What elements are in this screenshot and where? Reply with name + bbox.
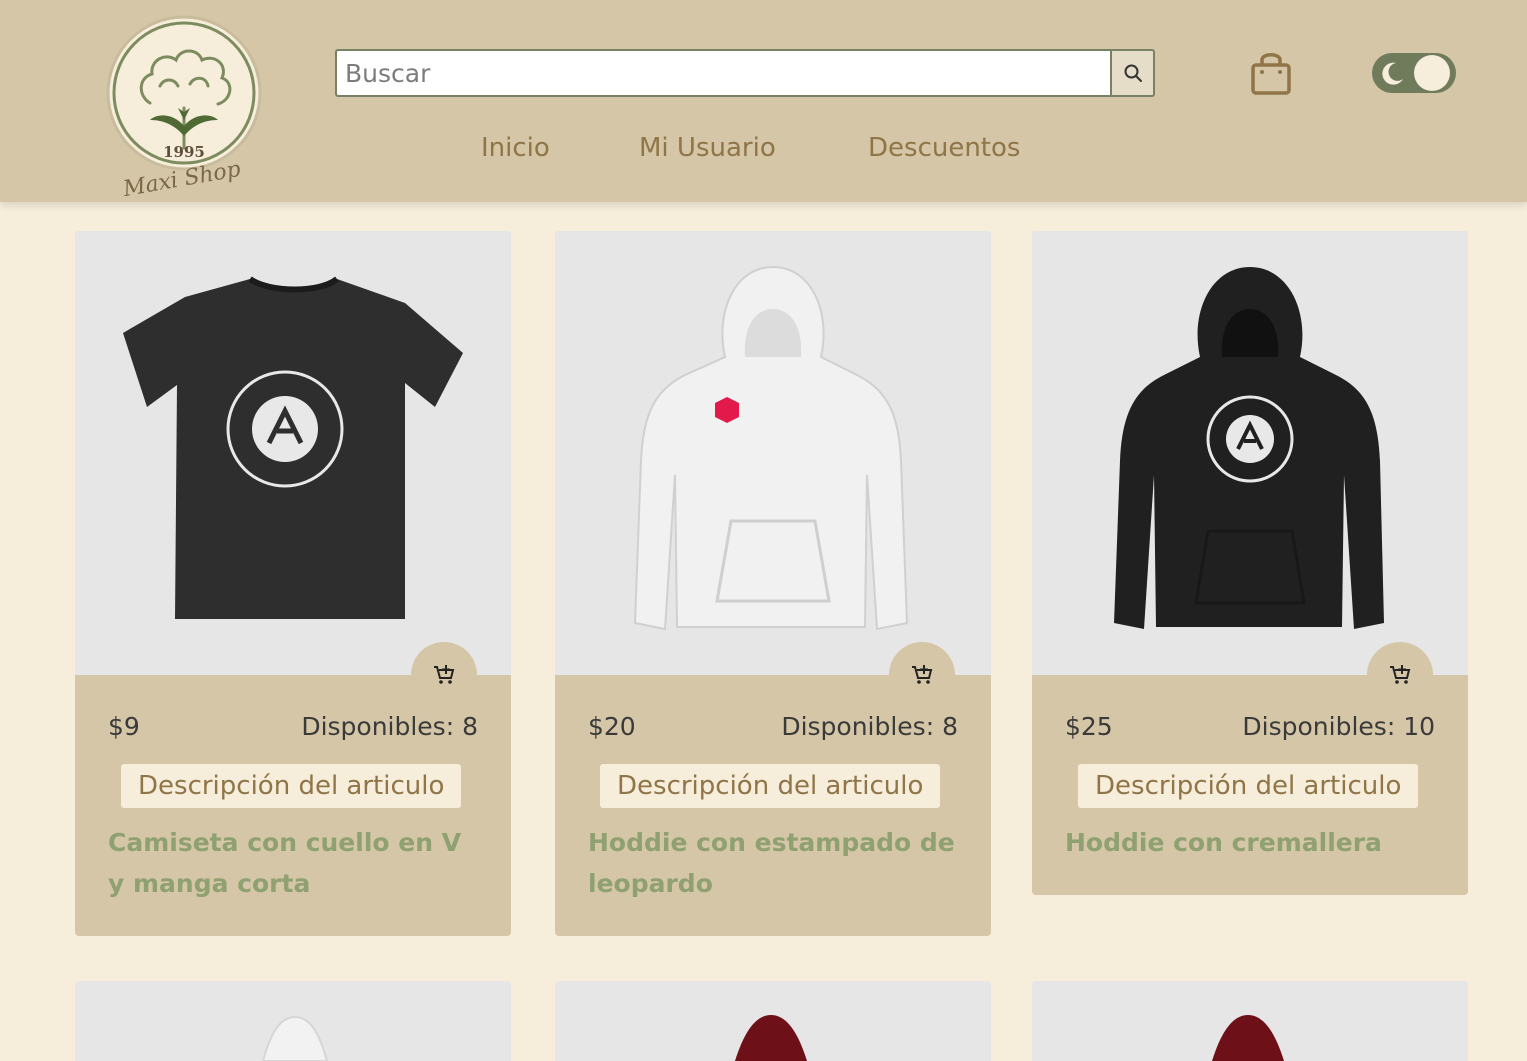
product-stock: Disponibles: 10 xyxy=(1242,712,1435,741)
description-button[interactable]: Descripción del articulo xyxy=(1078,764,1419,808)
product-card: $20 Disponibles: 8 Descripción del artic… xyxy=(555,231,991,936)
product-image[interactable] xyxy=(555,231,991,675)
moon-icon xyxy=(1382,62,1403,85)
site-header: 1995 Maxi Shop Inicio Mi Usuario Descuen… xyxy=(0,0,1527,202)
cart-plus-icon xyxy=(434,665,455,684)
theme-toggle[interactable] xyxy=(1372,53,1456,93)
nav-link-descuentos[interactable]: Descuentos xyxy=(868,133,1020,163)
product-price: $20 xyxy=(588,712,636,741)
product-price: $25 xyxy=(1065,712,1113,741)
product-name[interactable]: Camiseta con cuello en V y manga corta xyxy=(108,822,478,904)
product-card-partial[interactable] xyxy=(555,981,991,1061)
nav-link-mi-usuario[interactable]: Mi Usuario xyxy=(639,133,776,163)
product-card-partial[interactable] xyxy=(75,981,511,1061)
product-card: $25 Disponibles: 10 Descripción del arti… xyxy=(1032,231,1468,895)
product-card-partial[interactable] xyxy=(1032,981,1468,1061)
toggle-knob xyxy=(1414,55,1450,91)
product-price: $9 xyxy=(108,712,140,741)
shopping-bag-icon xyxy=(1251,53,1291,95)
product-name[interactable]: Hoddie con estampado de leopardo xyxy=(588,822,958,904)
search-icon xyxy=(1124,64,1142,82)
product-name[interactable]: Hoddie con cremallera xyxy=(1065,822,1435,863)
add-to-cart-button[interactable] xyxy=(889,642,955,708)
description-button[interactable]: Descripción del articulo xyxy=(600,764,941,808)
add-to-cart-button[interactable] xyxy=(1367,642,1433,708)
product-stock: Disponibles: 8 xyxy=(781,712,958,741)
cart-plus-icon xyxy=(1390,665,1411,684)
description-button[interactable]: Descripción del articulo xyxy=(121,764,462,808)
search-box xyxy=(335,49,1110,97)
nav-link-inicio[interactable]: Inicio xyxy=(481,133,550,163)
search-button[interactable] xyxy=(1110,49,1155,97)
product-card: $9 Disponibles: 8 Descripción del articu… xyxy=(75,231,511,936)
logo-year: 1995 xyxy=(163,143,205,161)
maxi-shop-logo[interactable]: 1995 Maxi Shop xyxy=(98,8,274,202)
cart-button[interactable] xyxy=(1248,48,1294,98)
product-image[interactable] xyxy=(1032,231,1468,675)
search-input[interactable] xyxy=(337,51,1110,95)
cart-plus-icon xyxy=(912,665,933,684)
add-to-cart-button[interactable] xyxy=(411,642,477,708)
product-stock: Disponibles: 8 xyxy=(301,712,478,741)
product-image[interactable] xyxy=(75,231,511,675)
